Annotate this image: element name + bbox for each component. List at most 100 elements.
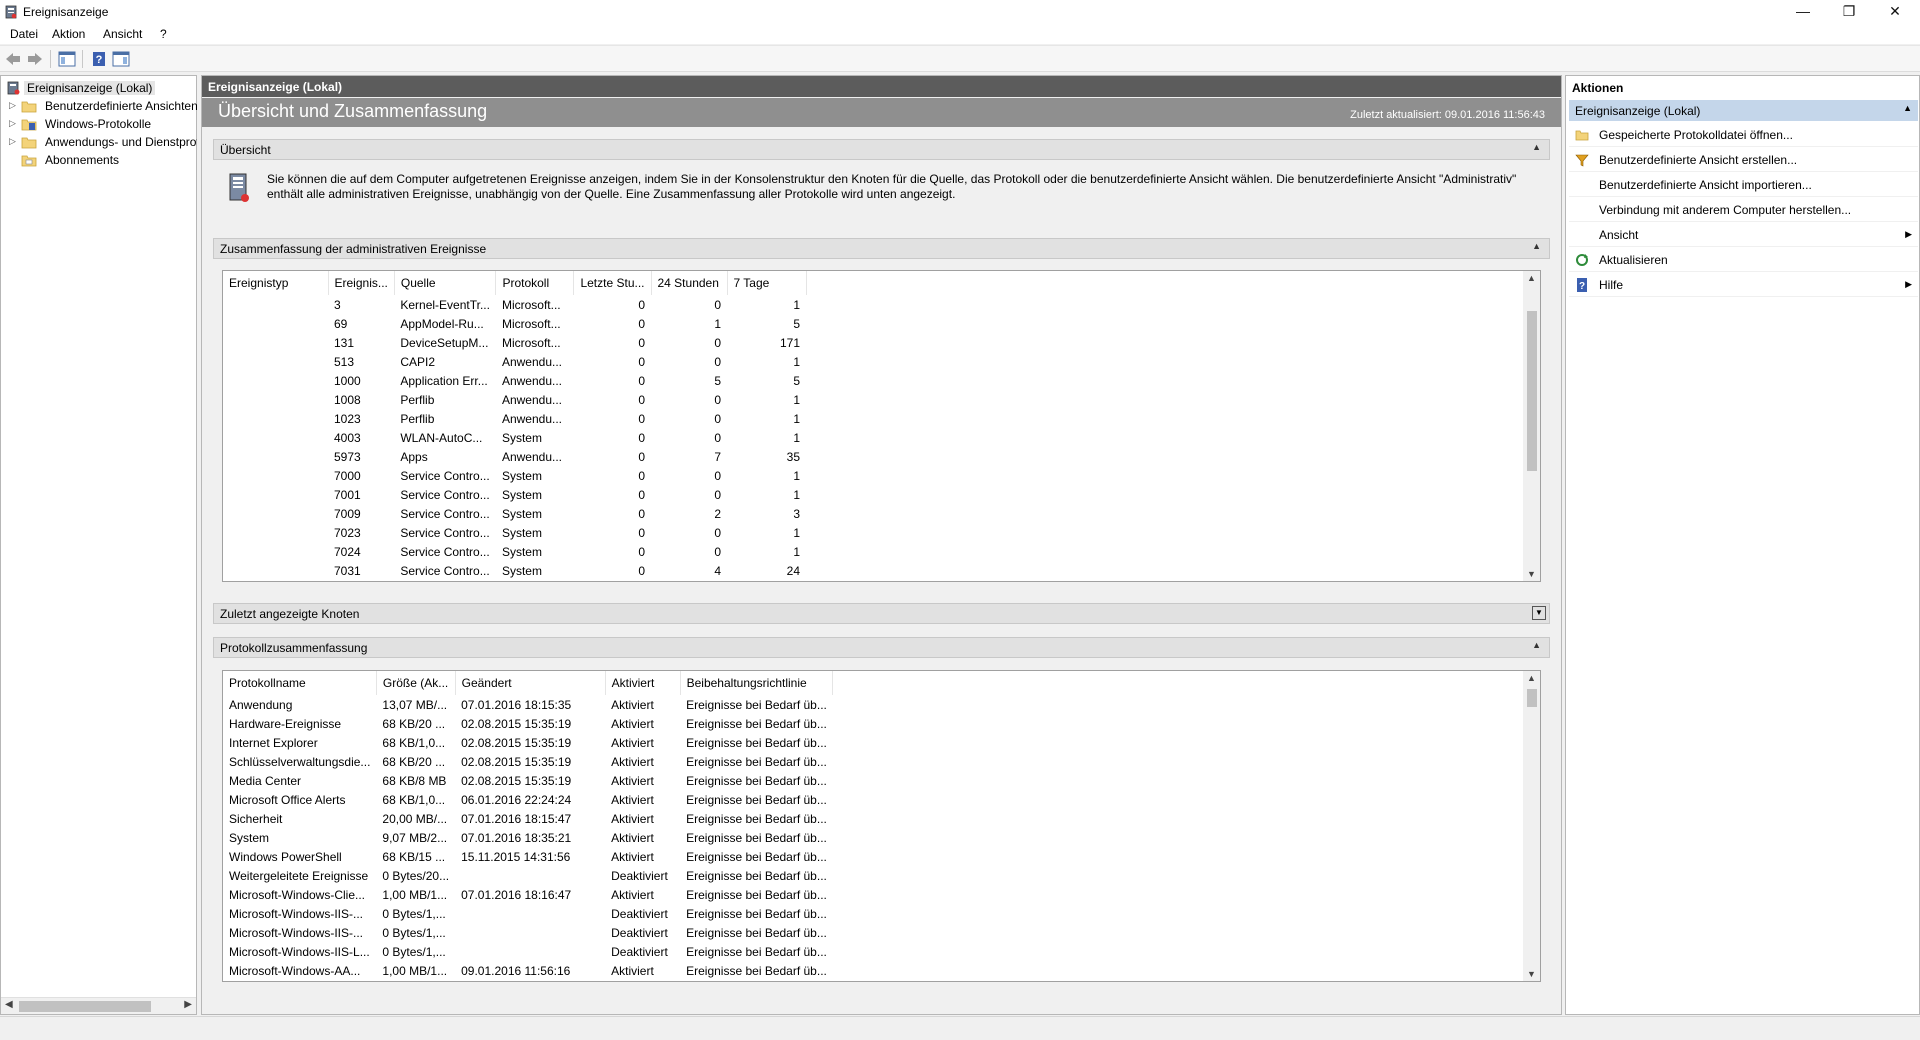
menu-aktion[interactable]: Aktion xyxy=(52,27,85,41)
table-row[interactable]: 7031 Service Contro... System 0 4 24 xyxy=(223,561,806,580)
table-row[interactable]: Microsoft-Windows-IIS-... 0 Bytes/1,... De… xyxy=(223,904,833,923)
column-header[interactable]: Geändert xyxy=(455,671,606,695)
table-row[interactable]: 7001 Service Contro... System 0 0 1 xyxy=(223,485,806,504)
table-cell: 7 xyxy=(714,449,721,464)
scroll-up-icon[interactable]: ▲ xyxy=(1527,273,1536,283)
action-item[interactable]: ? Hilfe ▶ xyxy=(1569,273,1918,297)
tree-item-windows-logs[interactable]: ▷ Windows-Protokolle xyxy=(1,115,197,133)
column-header[interactable]: Quelle xyxy=(394,271,497,295)
close-button[interactable]: ✕ xyxy=(1872,0,1918,24)
tree-item-app-service-logs[interactable]: ▷ Anwendungs- und Dienstprotokolle xyxy=(1,133,197,151)
action-item[interactable]: Benutzerdefinierte Ansicht erstellen... xyxy=(1569,148,1918,172)
table-row[interactable]: 1008 Perflib Anwendu... 0 0 1 xyxy=(223,390,806,409)
tree-root-event-viewer[interactable]: Ereignisanzeige (Lokal) xyxy=(1,79,197,97)
scroll-left-icon[interactable]: ◀ xyxy=(5,999,13,1010)
back-arrow-icon[interactable] xyxy=(4,51,22,67)
column-header[interactable]: Letzte Stu... xyxy=(573,271,652,295)
action-item[interactable]: Verbindung mit anderem Computer herstell… xyxy=(1569,198,1918,222)
show-hide-action-pane-icon[interactable] xyxy=(112,51,130,67)
tree-item-subscriptions[interactable]: Abonnements xyxy=(1,151,197,169)
help-icon[interactable]: ? xyxy=(90,51,108,67)
action-item[interactable]: Aktualisieren xyxy=(1569,248,1918,272)
table-row[interactable]: 7000 Service Contro... System 0 0 1 xyxy=(223,466,806,485)
table-row[interactable]: 7023 Service Contro... System 0 0 1 xyxy=(223,523,806,542)
table-row[interactable]: Microsoft-Windows-IIS-... 0 Bytes/1,... De… xyxy=(223,923,833,942)
show-hide-tree-icon[interactable] xyxy=(58,51,76,67)
menu-datei[interactable]: Datei xyxy=(10,27,38,41)
table-row[interactable]: 131 DeviceSetupM... Microsoft... 0 0 171 xyxy=(223,333,806,352)
collapse-icon[interactable]: ▲ xyxy=(1903,103,1912,113)
scroll-thumb[interactable] xyxy=(19,1001,151,1012)
scroll-down-icon[interactable]: ▼ xyxy=(1527,969,1536,979)
section-recent-nodes-header[interactable]: Zuletzt angezeigte Knoten ▼ xyxy=(213,603,1550,624)
table-row[interactable]: 7009 Service Contro... System 0 2 3 xyxy=(223,504,806,523)
table-row[interactable]: Hardware-Ereignisse 68 KB/20 ... 02.08.201… xyxy=(223,714,833,733)
table-cell: 07.01.2016 18:15:35 xyxy=(461,697,572,712)
restore-button[interactable]: ❐ xyxy=(1826,0,1872,24)
table-row[interactable]: Internet Explorer 68 KB/1,0... 02.08.2015 … xyxy=(223,733,833,752)
menu-help[interactable]: ? xyxy=(160,27,167,41)
admin-events-table[interactable]: Ereignistyp Ereignis... Quelle Protokoll Let… xyxy=(222,270,1541,582)
column-header[interactable]: Ereignistyp xyxy=(223,271,329,295)
action-item[interactable]: Gespeicherte Protokolldatei öffnen... xyxy=(1569,123,1918,147)
scroll-down-icon[interactable]: ▼ xyxy=(1527,569,1536,579)
action-item[interactable]: Benutzerdefinierte Ansicht importieren..… xyxy=(1569,173,1918,197)
table-row[interactable]: Microsoft-Windows-IIS-L... 0 Bytes/1,... D… xyxy=(223,942,833,961)
table-row[interactable]: Weitergeleitete Ereignisse 0 Bytes/20... D… xyxy=(223,866,833,885)
admin-table-scrollbar[interactable]: ▲ ▼ xyxy=(1523,271,1540,581)
actions-group-header[interactable]: Ereignisanzeige (Lokal) ▲ xyxy=(1569,100,1918,121)
column-header[interactable]: Aktiviert xyxy=(605,671,681,695)
table-row[interactable]: Schlüsselverwaltungsdie... 68 KB/20 ... 02… xyxy=(223,752,833,771)
table-cell xyxy=(455,942,605,961)
tree-horizontal-scrollbar[interactable]: ◀ ▶ xyxy=(1,997,196,1014)
column-header[interactable]: Ereignis... xyxy=(328,271,395,295)
table-row[interactable]: 513 CAPI2 Anwendu... 0 0 1 xyxy=(223,352,806,371)
expand-icon[interactable]: ▼ xyxy=(1532,606,1546,620)
table-row[interactable]: Anwendung 13,07 MB/... 07.01.2016 18:15:35… xyxy=(223,695,833,714)
log-table-scrollbar[interactable]: ▲ ▼ xyxy=(1523,671,1540,981)
column-header[interactable]: Beibehaltungsrichtlinie xyxy=(680,671,834,695)
collapse-icon[interactable]: ▲ xyxy=(1532,241,1541,251)
forward-arrow-icon[interactable] xyxy=(26,51,44,67)
expand-arrow-icon[interactable]: ▷ xyxy=(9,136,16,147)
column-header[interactable]: 7 Tage xyxy=(727,271,807,295)
section-admin-summary-header[interactable]: Zusammenfassung der administrativen Erei… xyxy=(213,238,1550,259)
expand-arrow-icon[interactable]: ▷ xyxy=(9,118,16,129)
table-cell: Anwendu... xyxy=(501,449,562,464)
scroll-right-icon[interactable]: ▶ xyxy=(184,999,192,1010)
column-header[interactable]: Protokollname xyxy=(223,671,377,695)
table-row[interactable]: Microsoft-Windows-AA... 1,00 MB/1... 09.01… xyxy=(223,961,833,980)
collapse-icon[interactable]: ▲ xyxy=(1532,640,1541,650)
table-row[interactable]: Media Center 68 KB/8 MB 02.08.2015 15:35:1… xyxy=(223,771,833,790)
table-row[interactable]: 3 Kernel-EventTr... Microsoft... 0 0 1 xyxy=(223,295,806,314)
expand-arrow-icon[interactable]: ▷ xyxy=(9,100,16,111)
table-row[interactable]: 1000 Application Err... Anwendu... 0 5 5 xyxy=(223,371,806,390)
menu-ansicht[interactable]: Ansicht xyxy=(103,27,142,41)
section-overview-header[interactable]: Übersicht ▲ xyxy=(213,139,1550,160)
scroll-thumb[interactable] xyxy=(1527,311,1537,471)
action-item[interactable]: Ansicht ▶ xyxy=(1569,223,1918,247)
section-title: Protokollzusammenfassung xyxy=(220,641,368,655)
section-log-summary-header[interactable]: Protokollzusammenfassung ▲ xyxy=(213,637,1550,658)
table-row[interactable]: Sicherheit 20,00 MB/... 07.01.2016 18:15:4… xyxy=(223,809,833,828)
folder-icon xyxy=(21,137,37,149)
column-header[interactable]: 24 Stunden xyxy=(651,271,728,295)
table-row[interactable]: 5973 Apps Anwendu... 0 7 35 xyxy=(223,447,806,466)
tree-item-custom-views[interactable]: ▷ Benutzerdefinierte Ansichten xyxy=(1,97,197,115)
scroll-up-icon[interactable]: ▲ xyxy=(1527,673,1536,683)
collapse-icon[interactable]: ▲ xyxy=(1532,142,1541,152)
log-summary-table[interactable]: Protokollname Größe (Ak... Geändert Aktivie… xyxy=(222,670,1541,982)
table-row[interactable]: System 9,07 MB/2... 07.01.2016 18:35:21 Akt… xyxy=(223,828,833,847)
scroll-thumb[interactable] xyxy=(1527,689,1537,707)
column-header[interactable]: Protokoll xyxy=(495,271,575,295)
table-row[interactable]: 7024 Service Contro... System 0 0 1 xyxy=(223,542,806,561)
minimize-button[interactable]: — xyxy=(1780,0,1826,24)
table-row[interactable]: 4003 WLAN-AutoC... System 0 0 1 xyxy=(223,428,806,447)
table-row[interactable]: 69 AppModel-Ru... Microsoft... 0 1 5 xyxy=(223,314,806,333)
table-cell: Aktiviert xyxy=(611,697,654,712)
table-row[interactable]: Microsoft-Windows-Clie... 1,00 MB/1... 07.… xyxy=(223,885,833,904)
table-row[interactable]: 1023 Perflib Anwendu... 0 0 1 xyxy=(223,409,806,428)
table-row[interactable]: Microsoft Office Alerts 68 KB/1,0... 06.01… xyxy=(223,790,833,809)
table-row[interactable]: Windows PowerShell 68 KB/15 ... 15.11.2015… xyxy=(223,847,833,866)
column-header[interactable]: Größe (Ak... xyxy=(376,671,456,695)
